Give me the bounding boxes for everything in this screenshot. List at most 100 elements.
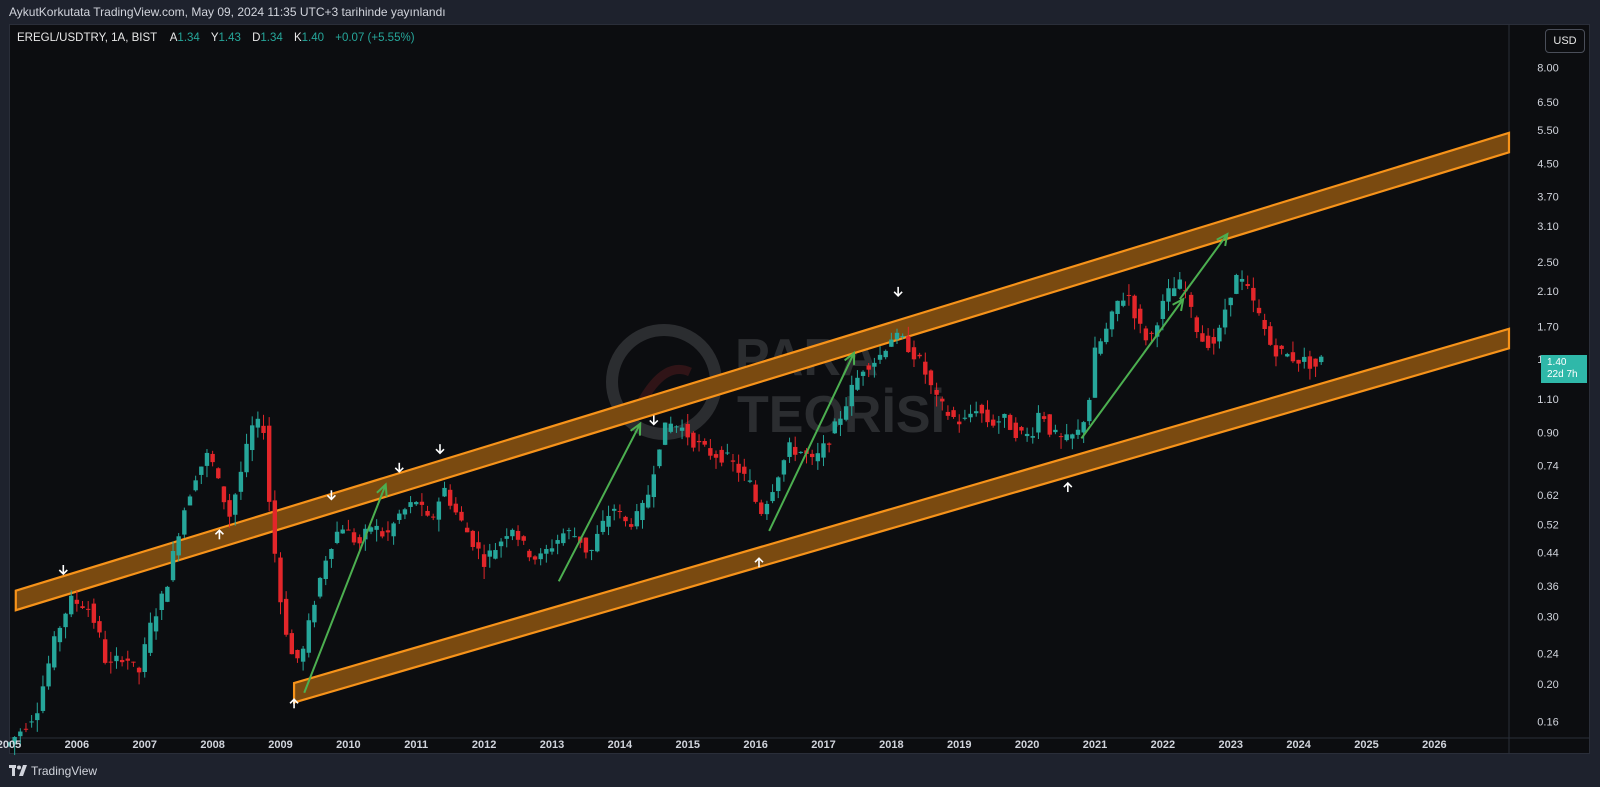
candle-up bbox=[1092, 347, 1098, 398]
candle-down bbox=[708, 448, 713, 456]
candle-down bbox=[1047, 414, 1052, 435]
candle-down bbox=[1132, 295, 1137, 319]
last-price-tag: 1.40 22d 7h bbox=[1541, 355, 1587, 383]
last-price: 1.40 bbox=[1547, 357, 1567, 368]
candle-down bbox=[1211, 337, 1216, 344]
candle-down bbox=[351, 532, 357, 543]
candle-up bbox=[1070, 434, 1075, 439]
candle-up bbox=[770, 492, 775, 502]
candle-up bbox=[894, 332, 900, 340]
candle-down bbox=[957, 421, 962, 425]
candle-up bbox=[1302, 356, 1307, 362]
candle-up bbox=[165, 586, 170, 602]
candle-up bbox=[538, 553, 543, 560]
x-tick-label: 2016 bbox=[743, 739, 767, 751]
candle-down bbox=[628, 524, 634, 527]
candle-down bbox=[1126, 294, 1132, 296]
candle-up bbox=[63, 613, 68, 628]
candle-up bbox=[35, 713, 40, 721]
candle-down bbox=[357, 537, 362, 544]
candle-down bbox=[1143, 328, 1149, 341]
candle-down bbox=[261, 425, 266, 433]
x-tick-label: 2024 bbox=[1286, 739, 1311, 751]
candle-down bbox=[119, 659, 125, 663]
candle-down bbox=[1256, 307, 1262, 314]
candle-down bbox=[1188, 294, 1194, 307]
candle-up bbox=[52, 636, 57, 668]
y-tick-label: 0.44 bbox=[1537, 547, 1558, 559]
price-chart[interactable]: PARA TEORİSİ 0.16 0.20 0.24 0.30 0.36 0.44 0.5… bbox=[0, 0, 1600, 787]
candle-up bbox=[1171, 288, 1177, 297]
y-tick-label: 3.70 bbox=[1537, 191, 1558, 203]
candle-up bbox=[329, 549, 334, 559]
candle-up bbox=[1177, 279, 1183, 289]
candle-up bbox=[877, 354, 883, 360]
pivot-markers bbox=[58, 286, 1073, 709]
candle-down bbox=[216, 468, 221, 479]
candle-up bbox=[640, 502, 645, 521]
candle-up bbox=[142, 644, 147, 673]
open-value: 1.34 bbox=[177, 32, 200, 44]
candle-down bbox=[227, 500, 232, 517]
candle-up bbox=[555, 540, 560, 544]
candle-up bbox=[69, 595, 74, 615]
candle-down bbox=[419, 501, 425, 505]
y-tick-label: 0.74 bbox=[1537, 460, 1558, 472]
candle-up bbox=[334, 531, 340, 544]
x-tick-label: 2023 bbox=[1218, 739, 1242, 751]
candle-up bbox=[1217, 327, 1222, 342]
candle-up bbox=[1109, 311, 1115, 330]
candle-down bbox=[583, 537, 589, 553]
candle-down bbox=[1138, 308, 1143, 324]
y-tick-label: 6.50 bbox=[1537, 97, 1558, 109]
candle-down bbox=[1013, 422, 1018, 438]
candle-down bbox=[826, 443, 832, 445]
candle-up bbox=[436, 501, 442, 520]
candle-up bbox=[255, 418, 261, 428]
candle-down bbox=[380, 531, 385, 537]
candle-down bbox=[346, 529, 351, 531]
candle-down bbox=[1296, 359, 1301, 364]
y-tick-label: 0.62 bbox=[1537, 490, 1558, 502]
candle-up bbox=[250, 425, 255, 451]
candle-up bbox=[996, 421, 1002, 423]
x-tick-label: 2021 bbox=[1083, 739, 1107, 751]
candle-down bbox=[1290, 352, 1296, 362]
candle-down bbox=[515, 530, 521, 540]
candle-down bbox=[23, 728, 29, 730]
candle-down bbox=[1245, 284, 1250, 286]
candle-up bbox=[1053, 429, 1058, 433]
candle-down bbox=[102, 639, 108, 663]
symbol-label[interactable]: EREGL/USDTRY, 1A, BIST bbox=[17, 32, 157, 44]
candle-up bbox=[645, 494, 651, 508]
candle-up bbox=[900, 335, 905, 338]
candle-up bbox=[57, 627, 63, 643]
candle-up bbox=[498, 541, 504, 547]
candle-up bbox=[781, 460, 787, 475]
candle-up bbox=[668, 423, 673, 432]
low-value: 1.34 bbox=[260, 32, 283, 44]
candle-down bbox=[447, 489, 453, 506]
candle-down bbox=[289, 633, 295, 655]
candle-down bbox=[283, 598, 289, 635]
candle-up bbox=[233, 494, 238, 515]
y-tick-label: 4.50 bbox=[1537, 159, 1558, 171]
candle-up bbox=[747, 480, 753, 482]
candle-down bbox=[753, 484, 758, 502]
candle-up bbox=[493, 550, 498, 559]
watermark: PARA TEORİSİ bbox=[606, 324, 945, 444]
candle-down bbox=[1041, 416, 1047, 419]
candles bbox=[6, 270, 1324, 756]
candle-down bbox=[990, 419, 996, 426]
y-tick-label: 2.10 bbox=[1537, 286, 1558, 298]
candle-up bbox=[1160, 300, 1166, 319]
candle-up bbox=[397, 513, 402, 520]
currency-button[interactable]: USD bbox=[1545, 29, 1585, 53]
y-tick-label: 1.70 bbox=[1537, 321, 1558, 333]
x-tick-label: 2010 bbox=[336, 739, 360, 751]
candle-up bbox=[889, 339, 894, 347]
y-tick-label: 0.20 bbox=[1537, 679, 1558, 691]
candle-up bbox=[566, 530, 572, 532]
brand-name[interactable]: TradingView bbox=[31, 764, 97, 778]
tradingview-logo-icon[interactable] bbox=[9, 765, 27, 777]
